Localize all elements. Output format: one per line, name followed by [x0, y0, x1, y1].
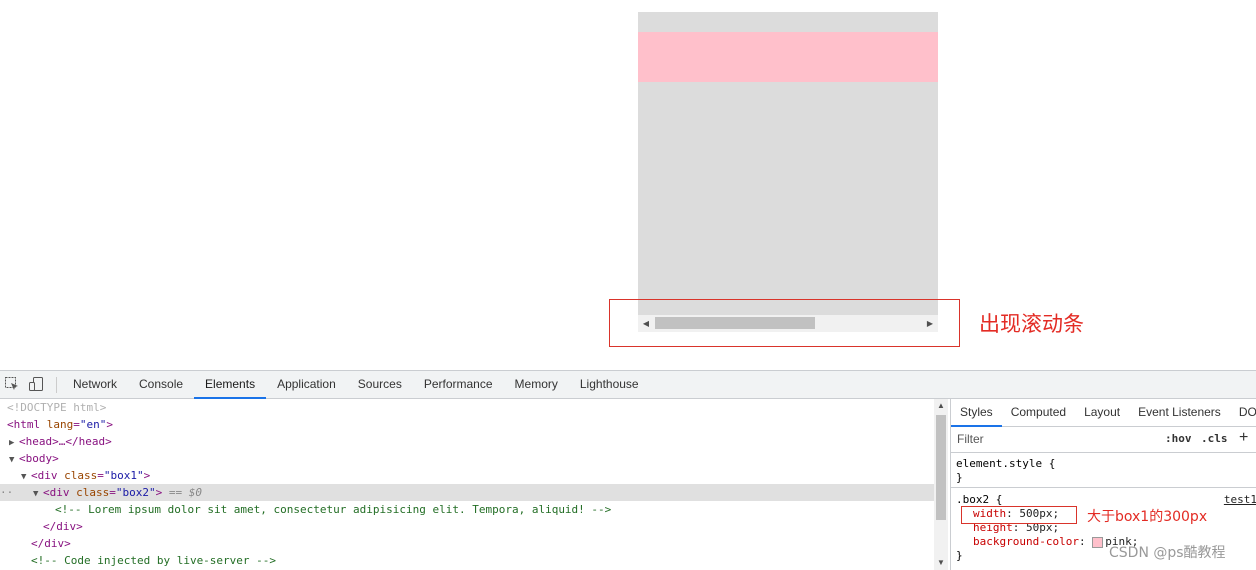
div-tag: div	[37, 469, 58, 482]
dom-box2-selected[interactable]: ·· ▼ <div class="box2"> == $0	[0, 484, 934, 501]
styles-tab-layout[interactable]: Layout	[1075, 399, 1129, 426]
tab-application[interactable]: Application	[266, 371, 347, 398]
scroll-up-arrow-icon[interactable]: ▲	[934, 399, 948, 413]
box1-class-val: "box1"	[103, 469, 144, 482]
stylesheet-source-link[interactable]: test1	[1224, 493, 1256, 507]
watermark: CSDN @ps酷教程	[1109, 545, 1226, 561]
comment-text: <!-- Lorem ipsum dolor sit amet, consect…	[55, 503, 612, 516]
styles-tabs: Styles Computed Layout Event Listeners DO	[951, 399, 1256, 427]
more-dots-icon[interactable]: ··	[0, 484, 33, 501]
element-style-close: }	[956, 471, 963, 484]
html-tag: html	[13, 418, 41, 431]
page-viewport: ◀ ▶ 出现滚动条	[0, 0, 1256, 370]
inspect-element-icon[interactable]	[4, 376, 20, 392]
div-close: </div>	[43, 520, 83, 533]
dom-div-close-inner[interactable]: </div>	[0, 518, 934, 535]
box2-selector[interactable]: .box2 {	[956, 493, 1002, 506]
tab-console[interactable]: Console	[128, 371, 194, 398]
hov-toggle[interactable]: :hov	[1165, 432, 1192, 445]
elements-scrollbar-thumb[interactable]	[936, 415, 946, 520]
elements-tree: <!DOCTYPE html> <html lang="en"> ▶ <head>…	[0, 399, 934, 570]
width-annotation-box	[961, 506, 1077, 524]
dom-body[interactable]: ▼ <body>	[0, 450, 934, 467]
tab-elements[interactable]: Elements	[194, 371, 267, 399]
body-tag: body	[25, 452, 53, 465]
styles-tab-computed[interactable]: Computed	[1002, 399, 1075, 426]
dom-html[interactable]: <html lang="en">	[0, 416, 934, 433]
div-tag: div	[49, 486, 70, 499]
tab-lighthouse[interactable]: Lighthouse	[569, 371, 650, 398]
devtools-panel: Network Console Elements Application Sources…	[0, 370, 1256, 570]
styles-tab-do[interactable]: DO	[1230, 399, 1256, 426]
box1	[638, 12, 938, 332]
box2-class-val: "box2"	[115, 486, 156, 499]
dom-comment[interactable]: <!-- Lorem ipsum dolor sit amet, consect…	[0, 501, 934, 518]
devtools-toolbar: Network Console Elements Application Sources…	[0, 371, 1256, 399]
width-annotation-text: 大于box1的300px	[1087, 509, 1208, 525]
styles-filter-input[interactable]	[954, 430, 1160, 447]
dom-injected-comment[interactable]: <!-- Code injected by live-server -->	[0, 552, 934, 569]
lang-attr: lang	[46, 418, 74, 431]
div-close: </div>	[31, 537, 71, 550]
dom-box1[interactable]: ▼ <div class="box1">	[0, 467, 934, 484]
scrollbar-annotation-text: 出现滚动条	[979, 312, 1084, 336]
color-swatch[interactable]	[1092, 536, 1104, 548]
element-style-selector[interactable]: element.style {	[951, 457, 1256, 471]
dom-doctype[interactable]: <!DOCTYPE html>	[0, 399, 934, 416]
box2	[638, 32, 938, 82]
class-attr: class	[76, 486, 110, 499]
tab-memory[interactable]: Memory	[504, 371, 569, 398]
new-rule-plus-icon[interactable]: +	[1239, 429, 1248, 447]
devtools-tabs: Network Console Elements Application Sources…	[62, 371, 650, 399]
element-style-rule: element.style { }	[951, 457, 1256, 485]
head-text: <head>…</head>	[19, 435, 112, 448]
styles-tab-styles[interactable]: Styles	[951, 399, 1002, 427]
scroll-down-arrow-icon[interactable]: ▼	[934, 556, 948, 570]
selected-marker: == $0	[168, 486, 202, 499]
doctype-text: <!DOCTYPE html>	[7, 401, 107, 414]
bg-prop: background-color	[973, 535, 1079, 548]
class-attr: class	[64, 469, 98, 482]
tab-performance[interactable]: Performance	[413, 371, 504, 398]
styles-filter-bar: :hov .cls +	[951, 427, 1256, 453]
cls-toggle[interactable]: .cls	[1201, 432, 1228, 445]
rule-divider	[951, 487, 1256, 488]
tab-network[interactable]: Network	[62, 371, 128, 398]
lang-val: "en"	[79, 418, 107, 431]
dom-div-close-outer[interactable]: </div>	[0, 535, 934, 552]
dom-head[interactable]: ▶ <head>…</head>	[0, 433, 934, 450]
styles-tab-event-listeners[interactable]: Event Listeners	[1129, 399, 1230, 426]
scrollbar-annotation-box	[609, 299, 960, 347]
elements-vertical-scrollbar[interactable]: ▲ ▼	[934, 399, 948, 570]
toolbar-separator	[56, 377, 57, 393]
device-toolbar-icon[interactable]	[28, 376, 44, 392]
injected-comment-text: <!-- Code injected by live-server -->	[31, 554, 277, 567]
tab-sources[interactable]: Sources	[347, 371, 413, 398]
